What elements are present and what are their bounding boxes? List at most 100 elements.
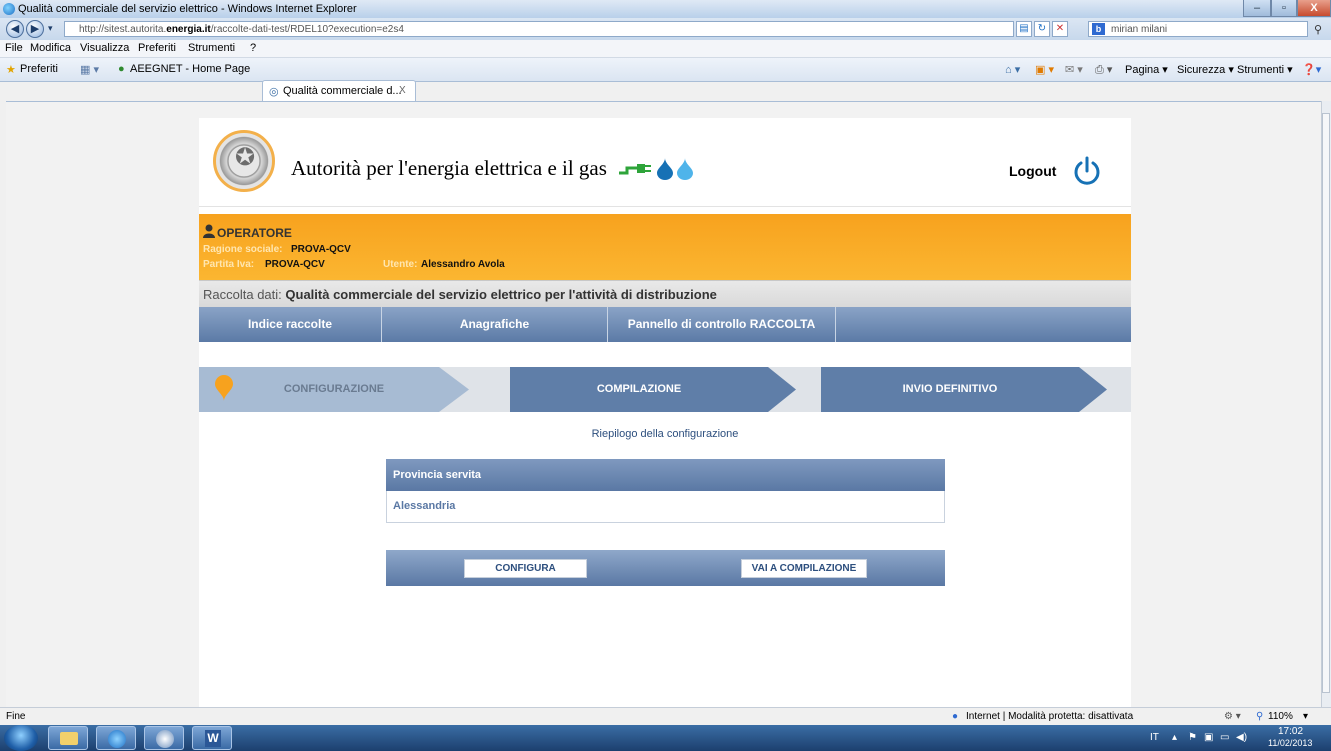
step-compilazione[interactable]: COMPILAZIONE bbox=[510, 367, 796, 412]
volume-icon[interactable]: ◀) bbox=[1236, 732, 1247, 743]
home-icon[interactable]: ⌂ ▾ bbox=[1005, 63, 1020, 76]
raccolta-value: Qualità commerciale del servizio elettri… bbox=[285, 287, 717, 302]
operator-title: OPERATORE bbox=[217, 226, 292, 240]
action-bar: CONFIGURA VAI A COMPILAZIONE bbox=[386, 550, 945, 586]
nav-indice-raccolte[interactable]: Indice raccolte bbox=[199, 307, 382, 342]
window-titlebar: Qualità commerciale del servizio elettri… bbox=[0, 0, 1331, 19]
ragione-label: Ragione sociale: bbox=[203, 244, 283, 255]
minimize-button[interactable]: – bbox=[1243, 0, 1271, 17]
page-menu[interactable]: Pagina ▾ bbox=[1125, 63, 1168, 76]
search-input[interactable]: mirian milani bbox=[1088, 21, 1308, 37]
zoom-level[interactable]: 110% bbox=[1268, 711, 1293, 722]
menu-strumenti[interactable]: Strumenti bbox=[188, 42, 235, 54]
gas-drop-icon bbox=[657, 158, 673, 180]
nav-anagrafiche[interactable]: Anagrafiche bbox=[382, 307, 608, 342]
workflow-steps: CONFIGURAZIONE COMPILAZIONE INVIO DEFINI… bbox=[199, 367, 1131, 412]
url-suffix: /raccolte-dati-test/RDEL10?execution=e2s… bbox=[210, 24, 404, 35]
browser2-taskbar-icon[interactable] bbox=[144, 726, 184, 750]
piva-label: Partita Iva: bbox=[203, 259, 255, 270]
raccolta-line: Raccolta dati: Qualità commerciale del s… bbox=[199, 280, 1131, 307]
protected-mode-icon[interactable]: ⚙ ▾ bbox=[1224, 711, 1241, 722]
clock-date[interactable]: 11/02/2013 bbox=[1268, 738, 1312, 748]
history-dropdown-icon[interactable]: ▾ bbox=[48, 23, 53, 34]
nav-pannello-controllo[interactable]: Pannello di controllo RACCOLTA bbox=[608, 307, 836, 342]
logout-link[interactable]: Logout bbox=[1009, 163, 1056, 179]
globe-icon: ● bbox=[952, 711, 959, 722]
ie-icon bbox=[3, 3, 15, 15]
favorites-bar: ★ Preferiti ▦ ▾ ● AEEGNET - Home Page ⌂ … bbox=[0, 58, 1331, 82]
feeds-icon[interactable]: ▣ ▾ bbox=[1035, 63, 1054, 76]
raccolta-text: Raccolta dati: Qualità commerciale del s… bbox=[203, 287, 717, 302]
mail-icon[interactable]: ✉ ▾ bbox=[1065, 63, 1083, 76]
maximize-button[interactable]: ▫ bbox=[1271, 0, 1297, 17]
refresh-icon[interactable]: ↻ bbox=[1034, 21, 1050, 37]
tab-close-icon[interactable]: X bbox=[399, 85, 406, 96]
org-name: Autorità per l'energia elettrica e il ga… bbox=[291, 156, 607, 180]
favorites-button[interactable]: Preferiti bbox=[20, 63, 58, 75]
security-menu[interactable]: Sicurezza ▾ bbox=[1177, 63, 1234, 76]
status-text: Fine bbox=[6, 711, 26, 722]
zoom-icon: ⚲ bbox=[1256, 711, 1264, 722]
step-invio-label: INVIO DEFINITIVO bbox=[902, 383, 998, 395]
step-configurazione[interactable]: CONFIGURAZIONE bbox=[199, 367, 469, 412]
search-icon[interactable]: ⚲ bbox=[1314, 23, 1322, 36]
plug-icon bbox=[619, 164, 651, 175]
tab-page-icon: ◎ bbox=[269, 86, 279, 98]
nav-bar: Indice raccolte Anagrafiche Pannello di … bbox=[199, 307, 1131, 342]
stop-icon[interactable]: ✕ bbox=[1052, 21, 1068, 37]
utente-value: Alessandro Avola bbox=[421, 259, 505, 270]
back-icon[interactable]: ◀ bbox=[6, 20, 24, 38]
compat-view-icon[interactable]: ▤ bbox=[1016, 21, 1032, 37]
search-provider-icon: b bbox=[1092, 23, 1105, 35]
page-container: ✪ Autorità per l'energia elettrica e il … bbox=[199, 118, 1131, 707]
aeegnet-link[interactable]: AEEGNET - Home Page bbox=[130, 63, 250, 75]
table-row: Alessandria bbox=[386, 491, 945, 523]
help-icon[interactable]: ❓▾ bbox=[1302, 63, 1321, 76]
status-bar: Fine ● Internet | Modalità protetta: dis… bbox=[0, 707, 1331, 726]
user-icon bbox=[203, 224, 215, 238]
language-indicator[interactable]: IT bbox=[1150, 732, 1159, 743]
tray-display-icon[interactable]: ▭ bbox=[1220, 732, 1229, 743]
ie-taskbar-icon[interactable] bbox=[96, 726, 136, 750]
url-domain: energia.it bbox=[166, 24, 211, 35]
menu-preferiti[interactable]: Preferiti bbox=[138, 42, 176, 54]
url-prefix: http://sitest.autorita. bbox=[79, 24, 167, 35]
power-icon[interactable] bbox=[1072, 156, 1102, 186]
print-icon[interactable]: ⎙ ▾ bbox=[1095, 63, 1112, 77]
configura-button[interactable]: CONFIGURA bbox=[464, 559, 587, 578]
close-window-button[interactable]: X bbox=[1297, 0, 1331, 17]
menu-file[interactable]: File bbox=[5, 42, 23, 54]
address-input[interactable]: http://sitest.autorita.energia.it/raccol… bbox=[64, 21, 1014, 37]
taskbar: W IT ▴ ⚑ ▣ ▭ ◀) 17:02 11/02/2013 bbox=[0, 725, 1331, 751]
menu-bar: File Modifica Visualizza Preferiti Strum… bbox=[0, 40, 1331, 58]
tools-menu[interactable]: Strumenti ▾ bbox=[1237, 63, 1293, 76]
forward-icon[interactable]: ▶ bbox=[26, 20, 44, 38]
site-header: ✪ Autorità per l'energia elettrica e il … bbox=[199, 118, 1131, 207]
menu-help[interactable]: ? bbox=[250, 42, 256, 54]
tray-expand-icon[interactable]: ▴ bbox=[1172, 732, 1177, 743]
vai-compilazione-button[interactable]: VAI A COMPILAZIONE bbox=[741, 559, 867, 578]
step-invio-definitivo[interactable]: INVIO DEFINITIVO bbox=[821, 367, 1107, 412]
address-row: ◀ ▶ ▾ http://sitest.autorita.energia.it/… bbox=[0, 18, 1331, 40]
address-tools: ▤ ↻ ✕ bbox=[1016, 21, 1072, 37]
utente-label: Utente: bbox=[383, 259, 418, 270]
operator-panel: OPERATORE Ragione sociale: PROVA-QCV Par… bbox=[199, 214, 1131, 280]
menu-visualizza[interactable]: Visualizza bbox=[80, 42, 129, 54]
menu-modifica[interactable]: Modifica bbox=[30, 42, 71, 54]
scrollbar-thumb[interactable] bbox=[1322, 113, 1330, 693]
word-taskbar-icon[interactable]: W bbox=[192, 726, 232, 750]
tray-network-icon[interactable]: ▣ bbox=[1204, 732, 1213, 743]
tray-flag-icon[interactable]: ⚑ bbox=[1188, 732, 1197, 743]
quick-tabs-icon[interactable]: ▦ ▾ bbox=[80, 63, 99, 76]
zoom-dropdown-icon[interactable]: ▾ bbox=[1303, 711, 1308, 722]
explorer-taskbar-icon[interactable] bbox=[48, 726, 88, 750]
riepilogo-heading: Riepilogo della configurazione bbox=[591, 428, 739, 440]
tab-active[interactable]: ◎ Qualità commerciale d... X bbox=[262, 80, 416, 102]
table-header-provincia: Provincia servita bbox=[386, 459, 945, 491]
clock-time[interactable]: 17:02 bbox=[1278, 726, 1303, 737]
tab-label: Qualità commerciale d... bbox=[283, 85, 402, 97]
zone-text[interactable]: Internet | Modalità protetta: disattivat… bbox=[966, 711, 1133, 722]
start-button[interactable] bbox=[4, 725, 38, 751]
star-icon: ★ bbox=[6, 64, 16, 76]
step-compilazione-label: COMPILAZIONE bbox=[596, 383, 682, 395]
